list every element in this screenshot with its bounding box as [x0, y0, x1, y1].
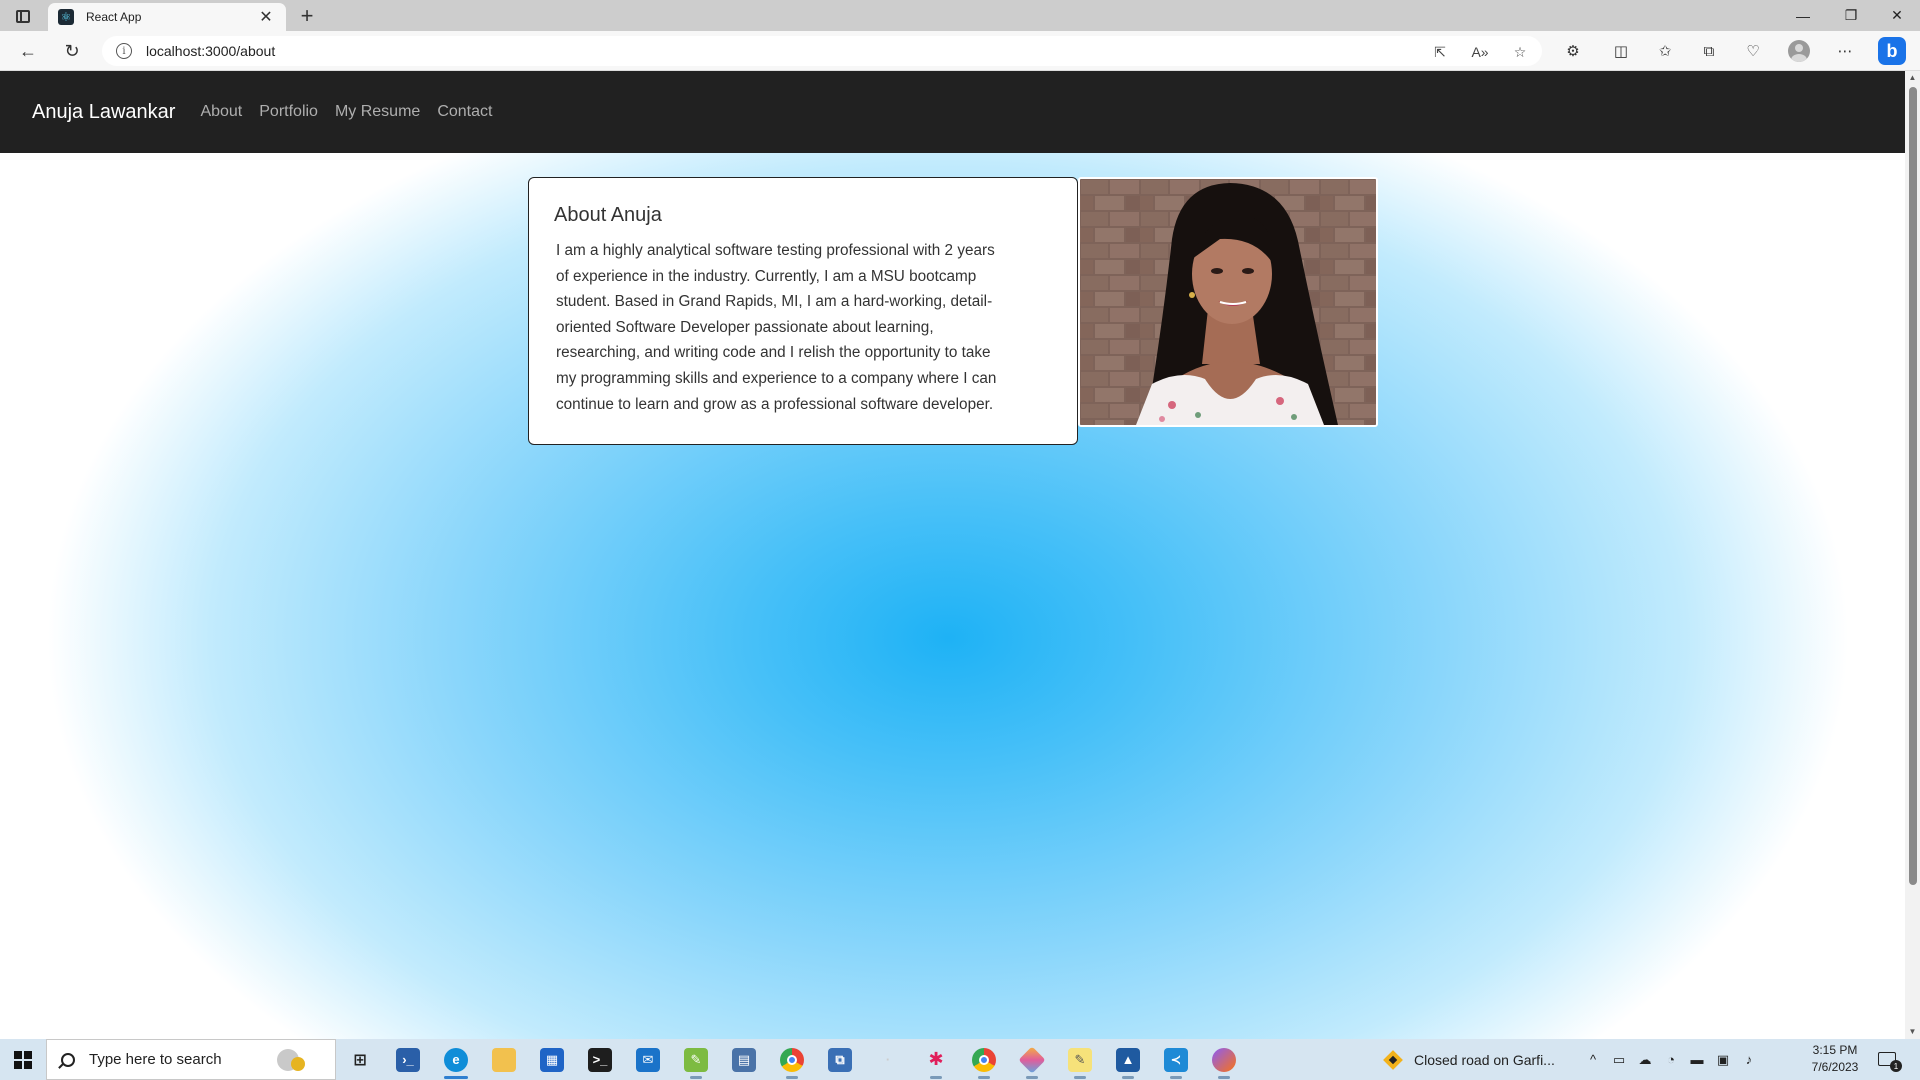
extensions-icon[interactable]: ⚙: [1562, 40, 1584, 62]
meet-now-icon[interactable]: ▭: [1606, 1039, 1632, 1080]
about-line: student. Based in Grand Rapids, MI, I am…: [556, 293, 993, 311]
site-info-icon[interactable]: i: [116, 43, 132, 59]
weather-notification[interactable]: Closed road on Garfi...: [1383, 1039, 1555, 1080]
collections-icon[interactable]: ⧉: [1698, 40, 1720, 62]
url-text[interactable]: localhost:3000/about: [146, 43, 275, 59]
fox-app-icon[interactable]: [1200, 1039, 1248, 1080]
open-in-app-icon[interactable]: ⇱: [1430, 42, 1450, 62]
notification-text: Closed road on Garfi...: [1414, 1051, 1555, 1068]
notepad-plus-icon[interactable]: ✎: [672, 1039, 720, 1080]
remote-desktop-icon[interactable]: ⧉: [816, 1039, 864, 1080]
photos-icon[interactable]: ▲: [1104, 1039, 1152, 1080]
display-icon[interactable]: ▣: [1710, 1039, 1736, 1080]
profile-photo-image: [1080, 179, 1376, 425]
more-options-icon[interactable]: ⋯: [1834, 40, 1856, 62]
about-line: I am a highly analytical software testin…: [556, 242, 995, 259]
clock-time: 3:15 PM: [1812, 1043, 1858, 1057]
favorites-icon[interactable]: ✩: [1654, 40, 1676, 62]
about-title: About Anuja: [554, 204, 662, 226]
volume-icon[interactable]: ♪: [1736, 1039, 1762, 1080]
search-highlight-icon: [265, 1045, 335, 1075]
page-viewport: Anuja Lawankar About Portfolio My Resume…: [0, 71, 1905, 1039]
read-aloud-icon[interactable]: A»: [1470, 42, 1490, 62]
taskbar-search-box[interactable]: Type here to search: [46, 1039, 336, 1080]
road-closed-icon: [1383, 1049, 1403, 1070]
scroll-thumb[interactable]: [1909, 87, 1917, 885]
site-navbar: Anuja Lawankar About Portfolio My Resume…: [0, 71, 1905, 153]
about-line: my programming skills and experience to …: [556, 369, 997, 387]
about-line: researching, and writing code and I reli…: [556, 344, 991, 362]
start-button[interactable]: [0, 1039, 46, 1080]
performance-icon[interactable]: ♡: [1742, 40, 1764, 62]
bing-copilot-icon[interactable]: b: [1878, 37, 1906, 65]
minimize-button[interactable]: —: [1780, 0, 1826, 31]
battery-icon[interactable]: ▬: [1684, 1039, 1710, 1080]
wifi-icon[interactable]: ◔: [1658, 1039, 1684, 1080]
browser-toolbar: ← ↻ i localhost:3000/about ⇱ A» ☆ ⚙ ◫ ✩ …: [0, 31, 1920, 71]
about-line: of experience in the industry. Currently…: [556, 267, 977, 285]
action-center-icon[interactable]: 1: [1876, 1048, 1902, 1072]
calculator-icon[interactable]: ▤: [720, 1039, 768, 1080]
notification-count-badge: 1: [1890, 1060, 1902, 1072]
sticky-notes-icon[interactable]: ✎: [1056, 1039, 1104, 1080]
profile-photo: [1078, 177, 1378, 427]
browser-tab[interactable]: ⚛ React App ✕: [48, 3, 286, 31]
file-explorer-icon[interactable]: [480, 1039, 528, 1080]
about-line: oriented Software Developer passionate a…: [556, 318, 934, 336]
microsoft-store-icon[interactable]: ▦: [528, 1039, 576, 1080]
scroll-down-icon[interactable]: ▼: [1905, 1025, 1920, 1039]
refresh-icon[interactable]: ↻: [56, 37, 88, 65]
about-card: About Anuja I am a highly analytical sof…: [528, 177, 1078, 445]
chrome-icon[interactable]: [768, 1039, 816, 1080]
chrome-profile-icon[interactable]: [960, 1039, 1008, 1080]
windows-taskbar: Type here to search ⊞ ›_ e ▦ >_ ✉ ✎ ▤ ⧉ …: [0, 1039, 1920, 1080]
tab-close-icon[interactable]: ✕: [256, 7, 276, 27]
search-icon: [61, 1052, 75, 1067]
page-scrollbar[interactable]: ▲ ▼: [1905, 71, 1920, 1039]
about-description: I am a highly analytical software testin…: [554, 238, 1051, 417]
profile-avatar[interactable]: [1788, 40, 1810, 62]
nav-link-resume[interactable]: My Resume: [335, 103, 420, 121]
git-icon[interactable]: [1008, 1039, 1056, 1080]
mail-icon[interactable]: ✉: [624, 1039, 672, 1080]
restore-button[interactable]: ❐: [1828, 0, 1874, 31]
browser-tab-bar: ⚛ React App ✕ + — ❐ ✕: [0, 0, 1920, 31]
search-placeholder: Type here to search: [89, 1051, 222, 1068]
scroll-up-icon[interactable]: ▲: [1905, 71, 1920, 85]
terminal-icon[interactable]: >_: [576, 1039, 624, 1080]
edge-icon[interactable]: e: [432, 1039, 480, 1080]
nav-link-contact[interactable]: Contact: [437, 103, 492, 121]
split-screen-icon[interactable]: ◫: [1610, 40, 1632, 62]
site-brand[interactable]: Anuja Lawankar: [32, 101, 175, 124]
powershell-icon[interactable]: ›_: [384, 1039, 432, 1080]
back-icon[interactable]: ←: [12, 37, 44, 65]
system-tray: ^ ▭ ☁ ◔ ▬ ▣ ♪: [1580, 1039, 1762, 1080]
clock-date: 7/6/2023: [1811, 1060, 1859, 1074]
vscode-icon[interactable]: ≺: [1152, 1039, 1200, 1080]
address-bar[interactable]: i localhost:3000/about ⇱ A» ☆: [102, 36, 1542, 66]
new-tab-button[interactable]: +: [294, 3, 320, 29]
slack-icon[interactable]: ✱: [912, 1039, 960, 1080]
close-window-button[interactable]: ✕: [1874, 0, 1920, 31]
nav-link-about[interactable]: About: [200, 103, 242, 121]
about-line: continue to learn and grow as a professi…: [556, 395, 994, 413]
onedrive-icon[interactable]: ☁: [1632, 1039, 1658, 1080]
chevron-up-icon[interactable]: ^: [1580, 1039, 1606, 1080]
favorite-star-icon[interactable]: ☆: [1510, 42, 1530, 62]
windows-logo-icon: [14, 1050, 32, 1069]
blank-app-icon[interactable]: ·: [864, 1039, 912, 1080]
tab-title: React App: [86, 10, 142, 24]
task-view-icon[interactable]: ⊞: [336, 1039, 384, 1080]
tab-actions-icon[interactable]: [12, 6, 34, 26]
react-favicon-icon: ⚛: [58, 9, 74, 25]
taskbar-clock[interactable]: 3:15 PM 7/6/2023: [1800, 1042, 1870, 1076]
nav-link-portfolio[interactable]: Portfolio: [259, 103, 318, 121]
